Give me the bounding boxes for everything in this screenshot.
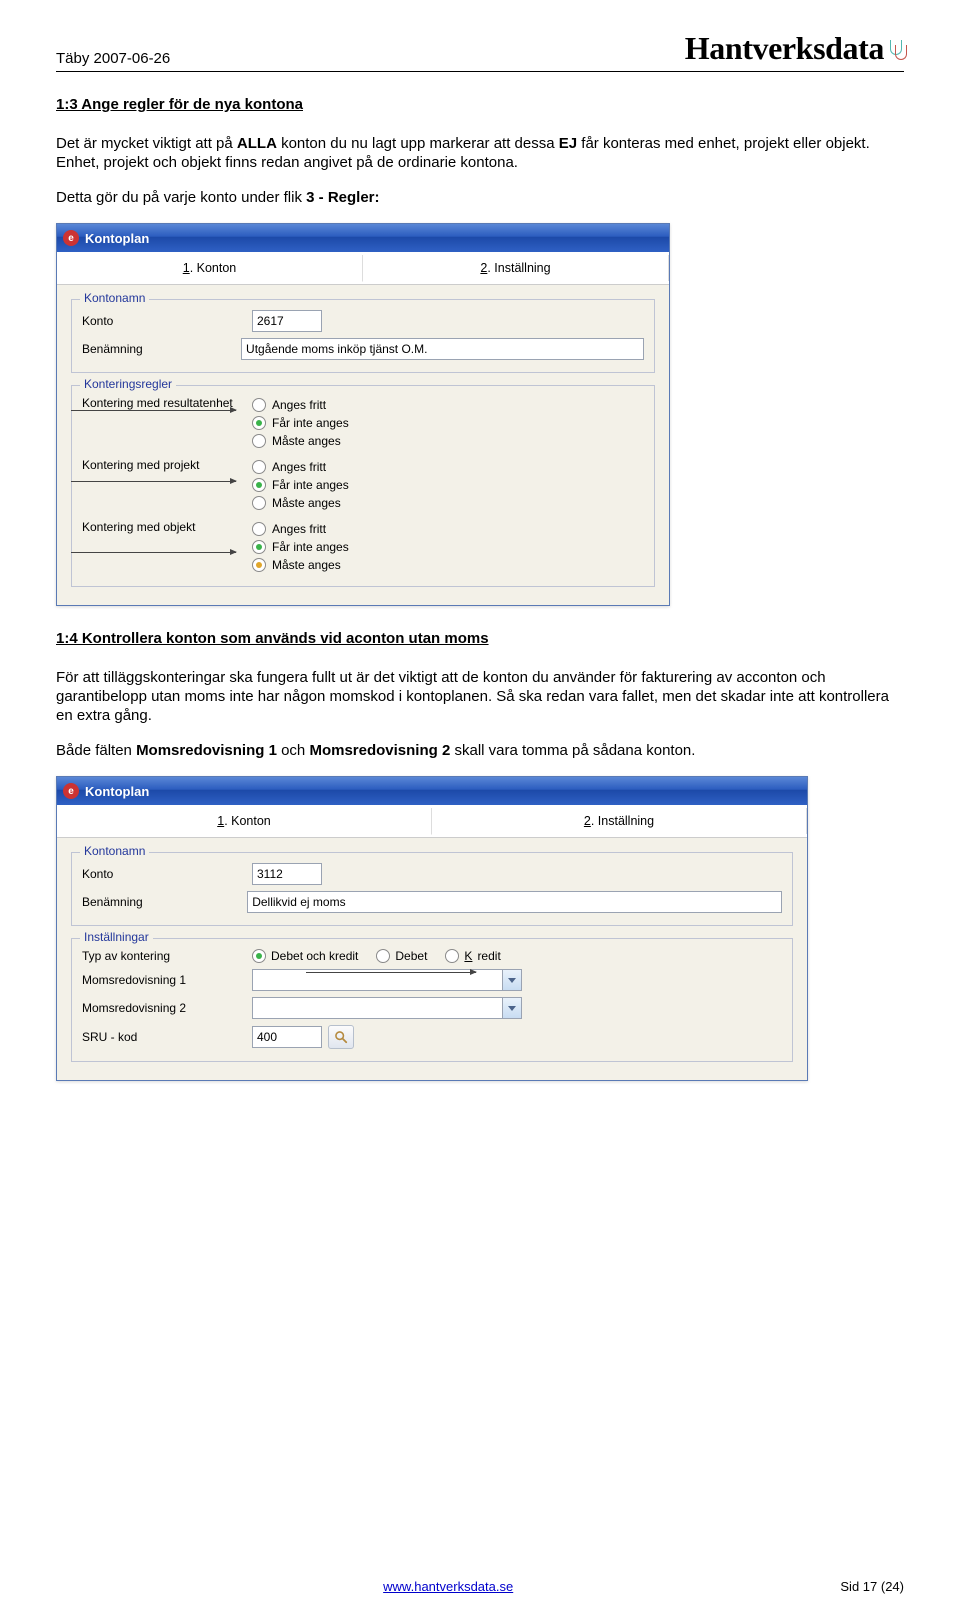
group-title-kontonamn: Kontonamn (80, 291, 149, 305)
group-title-kontonamn: Kontonamn (80, 844, 149, 858)
footer-link[interactable]: www.hantverksdata.se (383, 1579, 513, 1594)
radio-obj-anges-fritt[interactable] (252, 522, 266, 536)
tabs: 1. Konton 2. Inställning (57, 252, 669, 285)
tab-konton[interactable]: 1. Konton (57, 808, 432, 835)
tabs: 1. Konton 2. Inställning (57, 805, 807, 838)
tab-installning[interactable]: 2. Inställning (432, 808, 807, 834)
tab-konton[interactable]: 1. Konton (57, 255, 363, 282)
section-title-2: 1:4 Kontrollera konton som används vid a… (56, 630, 904, 647)
section-title-1: 1:3 Ange regler för de nya kontona (56, 96, 904, 113)
label-konto: Konto (82, 314, 252, 328)
arrow-annotation-icon (71, 410, 236, 411)
label-benamning: Benämning (82, 895, 247, 909)
label-rule-resultatenhet: Kontering med resultatenhet (82, 396, 252, 410)
annotated-screenshot-2: e Kontoplan 1. Konton 2. Inställning Kon… (56, 776, 904, 1081)
select-moms2[interactable] (252, 997, 522, 1019)
arrow-annotation-icon (306, 972, 476, 973)
para-1-4-a: För att tilläggskonteringar ska fungera … (56, 669, 904, 725)
label-rule-objekt: Kontering med objekt (82, 520, 252, 534)
label-sru: SRU - kod (82, 1030, 252, 1044)
group-title-installningar: Inställningar (80, 930, 153, 944)
tab-installning[interactable]: 2. Inställning (363, 255, 669, 281)
radio-proj-far-inte-anges[interactable] (252, 478, 266, 492)
document-header: Täby 2007-06-26 Hantverksdata (56, 30, 904, 72)
search-button[interactable] (328, 1025, 354, 1049)
radio-typ-debet-kredit[interactable] (252, 949, 266, 963)
radio-re-anges-fritt[interactable] (252, 398, 266, 412)
input-benamning[interactable]: Dellikvid ej moms (247, 891, 782, 913)
group-konteringsregler: Konteringsregler Kontering med resultate… (71, 385, 655, 587)
brand-logo: Hantverksdata (685, 30, 904, 67)
para-1-3-a: Det är mycket viktigt att på ALLA konton… (56, 135, 904, 173)
input-konto[interactable]: 2617 (252, 310, 322, 332)
brand-text: Hantverksdata (685, 30, 884, 67)
group-title-konteringsregler: Konteringsregler (80, 377, 176, 391)
para-1-3-b: Detta gör du på varje konto under flik 3… (56, 189, 904, 208)
document-footer: www.hantverksdata.se Sid 17 (24) (56, 1579, 904, 1594)
label-konto: Konto (82, 867, 252, 881)
chevron-down-icon[interactable] (502, 970, 521, 990)
radio-typ-kredit[interactable] (445, 949, 459, 963)
app-window-kontoplan-1: e Kontoplan 1. Konton 2. Inställning Kon… (56, 223, 670, 606)
label-moms1: Momsredovisning 1 (82, 973, 252, 987)
app-icon: e (63, 230, 79, 246)
titlebar-title: Kontoplan (85, 784, 149, 799)
arrow-annotation-icon (71, 552, 236, 553)
radio-obj-maste-anges[interactable] (252, 558, 266, 572)
arrow-annotation-icon (71, 481, 236, 482)
radio-typ-debet[interactable] (376, 949, 390, 963)
input-sru[interactable]: 400 (252, 1026, 322, 1048)
titlebar: e Kontoplan (57, 777, 807, 805)
para-1-4-b: Både fälten Momsredovisning 1 och Momsre… (56, 742, 904, 761)
radio-re-far-inte-anges[interactable] (252, 416, 266, 430)
radio-proj-maste-anges[interactable] (252, 496, 266, 510)
group-kontonamn: Kontonamn Konto 3112 Benämning Dellikvid… (71, 852, 793, 926)
input-benamning[interactable]: Utgående moms inköp tjänst O.M. (241, 338, 644, 360)
radio-proj-anges-fritt[interactable] (252, 460, 266, 474)
label-moms2: Momsredovisning 2 (82, 1001, 252, 1015)
app-window-kontoplan-2: e Kontoplan 1. Konton 2. Inställning Kon… (56, 776, 808, 1081)
radio-obj-far-inte-anges[interactable] (252, 540, 266, 554)
footer-page-number: Sid 17 (24) (840, 1579, 904, 1594)
label-typ-kontering: Typ av kontering (82, 949, 252, 963)
titlebar-title: Kontoplan (85, 231, 149, 246)
chevron-down-icon[interactable] (502, 998, 521, 1018)
radio-re-maste-anges[interactable] (252, 434, 266, 448)
annotated-screenshot-1: e Kontoplan 1. Konton 2. Inställning Kon… (56, 223, 904, 606)
group-kontonamn: Kontonamn Konto 2617 Benämning Utgående … (71, 299, 655, 373)
app-icon: e (63, 783, 79, 799)
input-konto[interactable]: 3112 (252, 863, 322, 885)
brand-glyph-icon (888, 38, 904, 62)
label-benamning: Benämning (82, 342, 241, 356)
group-installningar: Inställningar Typ av kontering Debet och… (71, 938, 793, 1062)
label-rule-projekt: Kontering med projekt (82, 458, 252, 472)
titlebar: e Kontoplan (57, 224, 669, 252)
location-date: Täby 2007-06-26 (56, 50, 170, 67)
